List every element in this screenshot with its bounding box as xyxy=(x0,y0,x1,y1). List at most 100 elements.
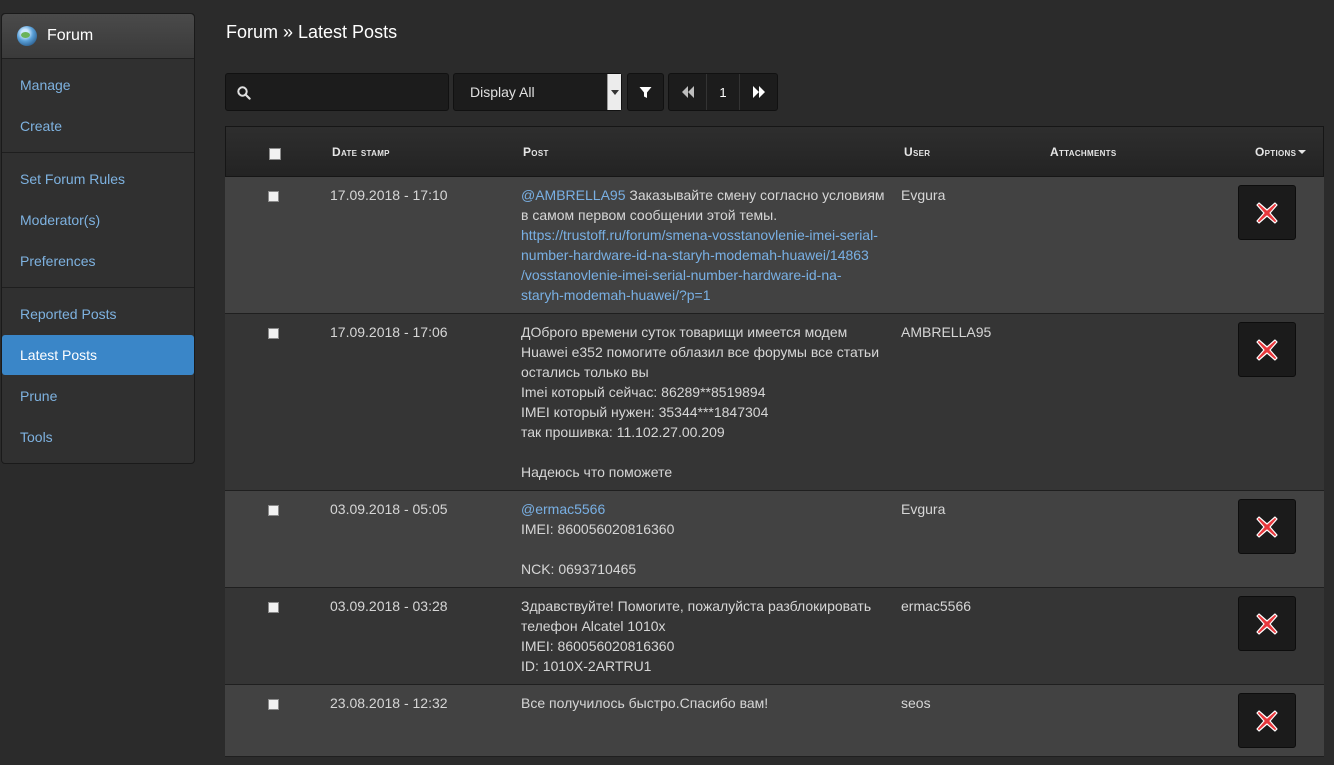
pagination: 1 xyxy=(668,73,778,111)
post-link[interactable]: number-hardware-id-na-staryh-modemah-hua… xyxy=(521,247,869,263)
post-line: https://trustoff.ru/forum/smena-vosstano… xyxy=(521,225,891,245)
post-user: Evgura xyxy=(901,501,946,517)
post-user: ermac5566 xyxy=(901,598,972,614)
page-number[interactable]: 1 xyxy=(707,74,740,110)
search-icon xyxy=(237,86,251,100)
post-link[interactable]: https://trustoff.ru/forum/smena-vosstano… xyxy=(521,227,878,243)
sidebar-item-preferences[interactable]: Preferences xyxy=(2,241,194,281)
post-link[interactable]: /vosstanovlenie-imei-serial-number-hardw… xyxy=(521,267,842,283)
post-line: NCK: 0693710465 xyxy=(521,559,891,579)
column-header-post[interactable]: Post xyxy=(523,145,549,159)
post-line: ID: 1010X-2ARTRU1 xyxy=(521,656,891,676)
post-line xyxy=(521,539,891,559)
table-row: 17.09.2018 - 17:10 @AMBRELLA95 Заказывайт… xyxy=(225,177,1324,314)
post-line: IMEI: 860056020816360 xyxy=(521,636,891,656)
delete-button[interactable] xyxy=(1238,499,1296,554)
sidebar-item-set-forum-rules[interactable]: Set Forum Rules xyxy=(2,159,194,199)
post-date: 23.08.2018 - 12:32 xyxy=(330,695,448,711)
sidebar-item-reported-posts[interactable]: Reported Posts xyxy=(2,294,194,334)
post-text: ДОброго времени суток товарищи имеется м… xyxy=(521,324,848,340)
delete-button[interactable] xyxy=(1238,185,1296,240)
post-text: Заказывайте смену согласно условиям xyxy=(625,187,885,203)
chevron-down-icon[interactable] xyxy=(607,74,621,110)
double-chevron-left-icon xyxy=(681,86,694,98)
post-line: в самом первом сообщении этой темы. xyxy=(521,205,891,225)
sidebar-item-latest-posts[interactable]: Latest Posts xyxy=(2,335,194,375)
post-content: Все получилось быстро.Спасибо вам! xyxy=(521,693,891,713)
delete-x-icon xyxy=(1256,709,1278,732)
sidebar-item-create[interactable]: Create xyxy=(2,106,194,146)
delete-button[interactable] xyxy=(1238,322,1296,377)
page-title: Forum » Latest Posts xyxy=(226,22,398,42)
globe-icon xyxy=(17,26,37,46)
post-text: в самом первом сообщении этой темы. xyxy=(521,207,778,223)
table-body: 17.09.2018 - 17:10 @AMBRELLA95 Заказывайт… xyxy=(225,177,1324,757)
post-line: телефон Alcatel 1010x xyxy=(521,616,891,636)
post-line: @ermac5566 xyxy=(521,499,891,519)
delete-button[interactable] xyxy=(1238,693,1296,748)
post-line: Надеюсь что поможете xyxy=(521,462,891,482)
post-user: seos xyxy=(901,695,931,711)
post-line: IMEI: 860056020816360 xyxy=(521,519,891,539)
table-row: 17.09.2018 - 17:06 ДОброго времени суток … xyxy=(225,314,1324,491)
first-page-button[interactable] xyxy=(669,74,707,110)
post-line: так прошивка: 11.102.27.00.209 xyxy=(521,422,891,442)
post-date: 03.09.2018 - 05:05 xyxy=(330,501,448,517)
post-date: 03.09.2018 - 03:28 xyxy=(330,598,448,614)
sidebar-title: Forum xyxy=(47,27,94,44)
post-text: IMEI: 860056020816360 xyxy=(521,638,675,654)
post-text: IMEI который нужен: 35344***1847304 xyxy=(521,404,769,420)
table-header: Date stamp Post User Attachments Options xyxy=(225,126,1324,177)
filter-button[interactable] xyxy=(627,73,664,111)
sidebar-item-moderators[interactable]: Moderator(s) xyxy=(2,200,194,240)
post-date: 17.09.2018 - 17:06 xyxy=(330,324,448,340)
post-line: Imei который сейчас: 86289**8519894 xyxy=(521,382,891,402)
post-text: так прошивка: 11.102.27.00.209 xyxy=(521,424,725,440)
sidebar: Forum Manage Create Set Forum Rules Mode… xyxy=(1,13,195,464)
post-text: телефон Alcatel 1010x xyxy=(521,618,666,634)
select-all-checkbox[interactable] xyxy=(269,148,281,160)
row-checkbox[interactable] xyxy=(268,602,279,613)
display-select[interactable]: Display All xyxy=(453,73,622,111)
sidebar-header[interactable]: Forum xyxy=(2,14,194,59)
sidebar-group: Manage Create xyxy=(2,59,194,153)
post-line: ДОброго времени суток товарищи имеется м… xyxy=(521,322,891,342)
posts-table: Date stamp Post User Attachments Options… xyxy=(225,126,1324,757)
post-text: остались только вы xyxy=(521,364,649,380)
sidebar-item-manage[interactable]: Manage xyxy=(2,65,194,105)
row-checkbox[interactable] xyxy=(268,328,279,339)
post-link[interactable]: @ermac5566 xyxy=(521,501,605,517)
post-line: @AMBRELLA95 Заказывайте смену согласно у… xyxy=(521,185,891,205)
last-page-button[interactable] xyxy=(740,74,777,110)
post-content: @ermac5566 IMEI: 860056020816360 NCK: 0693… xyxy=(521,499,891,579)
options-dropdown[interactable]: Options xyxy=(1255,145,1306,159)
row-checkbox[interactable] xyxy=(268,505,279,516)
post-content: ДОброго времени суток товарищи имеется м… xyxy=(521,322,891,482)
post-link[interactable]: @AMBRELLA95 xyxy=(521,187,625,203)
row-checkbox[interactable] xyxy=(268,191,279,202)
table-row: 03.09.2018 - 03:28 Здравствуйте! Помогите… xyxy=(225,588,1324,685)
column-header-attachments[interactable]: Attachments xyxy=(1050,145,1116,159)
post-line: number-hardware-id-na-staryh-modemah-hua… xyxy=(521,245,891,265)
delete-x-icon xyxy=(1256,338,1278,361)
post-line: Здравствуйте! Помогите, пожалуйста разбл… xyxy=(521,596,891,616)
post-line: staryh-modemah-huawei/?p=1 xyxy=(521,285,891,305)
row-checkbox[interactable] xyxy=(268,699,279,710)
post-line xyxy=(521,442,891,462)
sidebar-group: Reported Posts Latest Posts Prune Tools xyxy=(2,288,194,463)
sidebar-item-tools[interactable]: Tools xyxy=(2,417,194,457)
post-text: Все получилось быстро.Спасибо вам! xyxy=(521,695,769,711)
sidebar-item-prune[interactable]: Prune xyxy=(2,376,194,416)
search-input[interactable] xyxy=(225,73,449,111)
post-text: Здравствуйте! Помогите, пожалуйста разбл… xyxy=(521,598,872,614)
delete-button[interactable] xyxy=(1238,596,1296,651)
post-content: Здравствуйте! Помогите, пожалуйста разбл… xyxy=(521,596,891,676)
post-text: Надеюсь что поможете xyxy=(521,464,673,480)
column-header-date[interactable]: Date stamp xyxy=(332,145,390,159)
sidebar-group: Set Forum Rules Moderator(s) Preferences xyxy=(2,153,194,288)
post-line: остались только вы xyxy=(521,362,891,382)
delete-x-icon xyxy=(1256,201,1278,224)
post-link[interactable]: staryh-modemah-huawei/?p=1 xyxy=(521,287,711,303)
delete-x-icon xyxy=(1256,515,1278,538)
column-header-user[interactable]: User xyxy=(904,145,930,159)
